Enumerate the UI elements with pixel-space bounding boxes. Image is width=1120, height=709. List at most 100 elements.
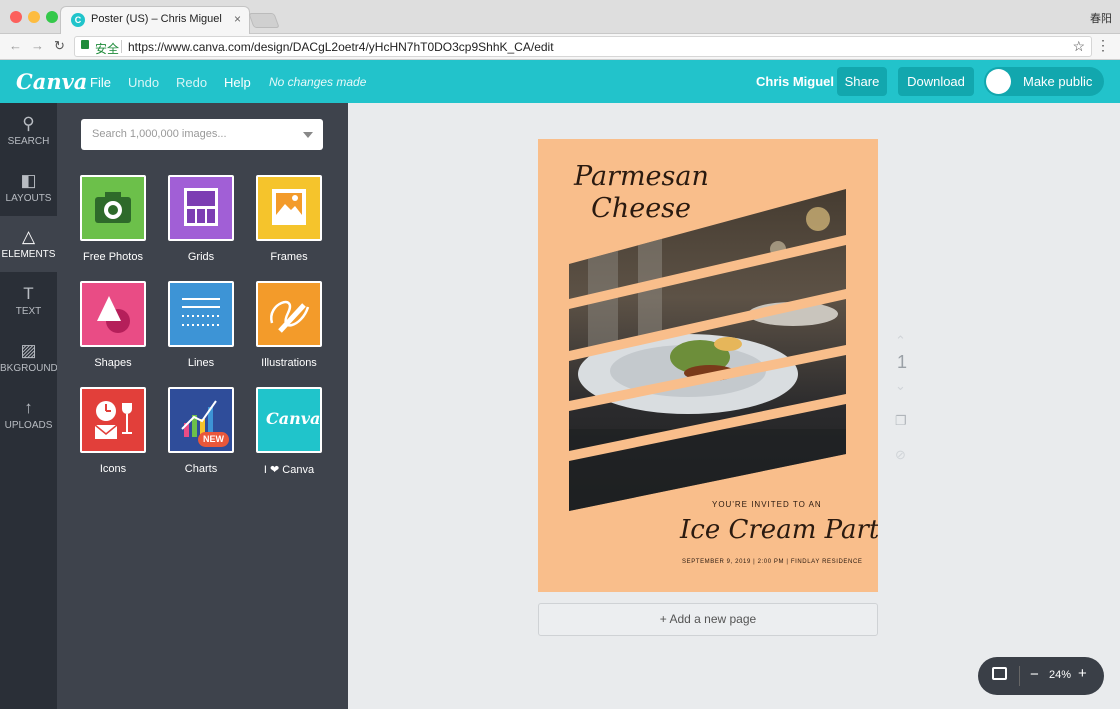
browser-menu-icon[interactable]: ⋮ [1096,37,1110,54]
search-icon: ⚲ [22,114,35,133]
poster-event-title[interactable]: Ice Cream Party [680,515,878,545]
zoom-in-button[interactable]: + [1078,665,1087,682]
sidebar-item-label: LAYOUTS [5,193,52,204]
move-up-icon[interactable]: ⌃ [895,333,911,349]
sidebar-item-background[interactable]: ▨ BKGROUND [0,330,58,386]
clock-icon [94,401,132,439]
upload-icon: ↑ [24,398,33,417]
elements-panel: Search 1,000,000 images... Free Photos G… [57,103,348,709]
close-window-button[interactable] [10,11,22,23]
menu-help[interactable]: Help [224,75,251,90]
sidebar-item-label: UPLOADS [4,420,53,431]
url-separator [121,40,122,53]
sidebar-item-search[interactable]: ⚲ SEARCH [0,103,57,159]
save-status: No changes made [269,75,367,89]
sidebar-item-layouts[interactable]: ◧ LAYOUTS [0,160,57,216]
tile-label: Icons [99,463,127,475]
free-photos-tile[interactable] [80,175,154,249]
menu-file[interactable]: File [90,75,111,90]
delete-page-icon[interactable]: ⊘ [895,447,911,463]
menu-undo[interactable]: Undo [128,75,159,90]
sidebar-item-text[interactable]: T TEXT [0,273,57,329]
illustrations-tile[interactable] [256,281,330,355]
secure-label: 安全 [95,42,120,56]
pencil-icon [270,301,310,333]
tile-label: Lines [187,357,215,369]
present-icon[interactable] [992,667,1007,680]
tile-label: Illustrations [261,357,317,369]
tile-label: Free Photos [83,251,143,263]
minimize-window-button[interactable] [28,11,40,23]
triangle-circle-icon [97,296,130,333]
canva-logo-icon: Canva [266,409,321,428]
zoom-control: − 24% + [978,657,1104,695]
sidebar-item-label: TEXT [15,306,42,317]
chevron-down-icon[interactable] [303,132,313,138]
make-public-toggle[interactable]: Make public [984,67,1104,96]
browser-tab[interactable]: C Poster (US) – Chris Miguel × [60,6,250,34]
canva-logo[interactable]: Canva [16,69,87,94]
layouts-icon: ◧ [20,171,37,190]
sidebar-item-label: BKGROUND [0,363,58,374]
url-text[interactable]: https://www.canva.com/design/DACgL2oetr4… [128,40,554,54]
tab-close-icon[interactable]: × [234,12,241,26]
back-icon[interactable]: ← [9,38,22,53]
zoom-divider [1019,666,1020,686]
tile-label: Shapes [94,357,132,369]
tile-label: Charts [184,463,218,475]
image-search-input[interactable]: Search 1,000,000 images... [81,119,323,150]
charts-tile[interactable]: NEW [168,387,242,461]
i-love-canva-tile[interactable]: Canva [256,387,330,461]
sidebar-item-label: SEARCH [7,136,50,147]
page-number: 1 [897,352,908,372]
canva-favicon-icon: C [71,13,85,27]
toggle-knob [986,69,1011,94]
user-name[interactable]: Chris Miguel [756,74,834,89]
new-tab-button[interactable] [248,13,280,28]
move-down-icon[interactable]: ⌄ [895,378,911,394]
shapes-tile[interactable] [80,281,154,355]
lines-tile[interactable] [168,281,242,355]
browser-tab-bar: C Poster (US) – Chris Miguel × 春阳 [0,0,1120,34]
grids-tile[interactable] [168,175,242,249]
make-public-label: Make public [1023,74,1093,89]
camera-icon [95,192,131,223]
url-field[interactable]: 安全 https://www.canva.com/design/DACgL2oe… [74,36,1092,57]
bookmark-star-icon[interactable]: ☆ [1072,38,1085,55]
tile-label: Grids [187,251,215,263]
picture-frame-icon [272,189,306,225]
tile-label: Frames [270,251,308,263]
tile-label: I ❤ Canva [263,464,315,476]
side-nav: ⚲ SEARCH ◧ LAYOUTS △ ELEMENTS T TEXT ▨ B… [0,103,58,709]
download-button[interactable]: Download [898,67,974,96]
sidebar-item-label: ELEMENTS [1,249,56,260]
tab-title: Poster (US) – Chris Miguel [91,13,222,25]
icons-tile[interactable] [80,387,154,461]
maximize-window-button[interactable] [46,11,58,23]
search-placeholder: Search 1,000,000 images... [92,128,227,140]
poster-invite-text[interactable]: YOU'RE INVITED TO AN [712,500,822,509]
lines-icon [182,298,220,326]
zoom-out-button[interactable]: − [1030,666,1039,683]
sidebar-item-elements[interactable]: △ ELEMENTS [0,216,57,272]
text-icon: T [23,284,34,303]
background-icon: ▨ [20,341,37,360]
add-page-button[interactable]: + Add a new page [538,603,878,636]
browser-profile-name[interactable]: 春阳 [1090,10,1112,26]
duplicate-page-icon[interactable]: ❐ [895,413,911,429]
poster-title[interactable]: Parmesan Cheese [574,161,709,225]
reload-icon[interactable]: ↻ [54,38,65,54]
shapes-icon: △ [21,227,36,246]
poster-details[interactable]: SEPTEMBER 9, 2019 | 2:00 PM | FINDLAY RE… [682,559,862,565]
sidebar-item-uploads[interactable]: ↑ UPLOADS [0,387,57,443]
grid-icon [184,188,218,226]
poster-page[interactable]: Parmesan Cheese YOU'RE INVITED TO AN Ice… [538,139,878,592]
address-bar: ← → ↻ 安全 https://www.canva.com/design/DA… [0,34,1120,60]
forward-icon[interactable]: → [31,38,44,53]
menu-redo[interactable]: Redo [176,75,207,90]
zoom-level[interactable]: 24% [1049,669,1071,681]
lock-icon [81,40,89,49]
new-badge: NEW [198,432,229,447]
frames-tile[interactable] [256,175,330,249]
share-button[interactable]: Share [837,67,887,96]
